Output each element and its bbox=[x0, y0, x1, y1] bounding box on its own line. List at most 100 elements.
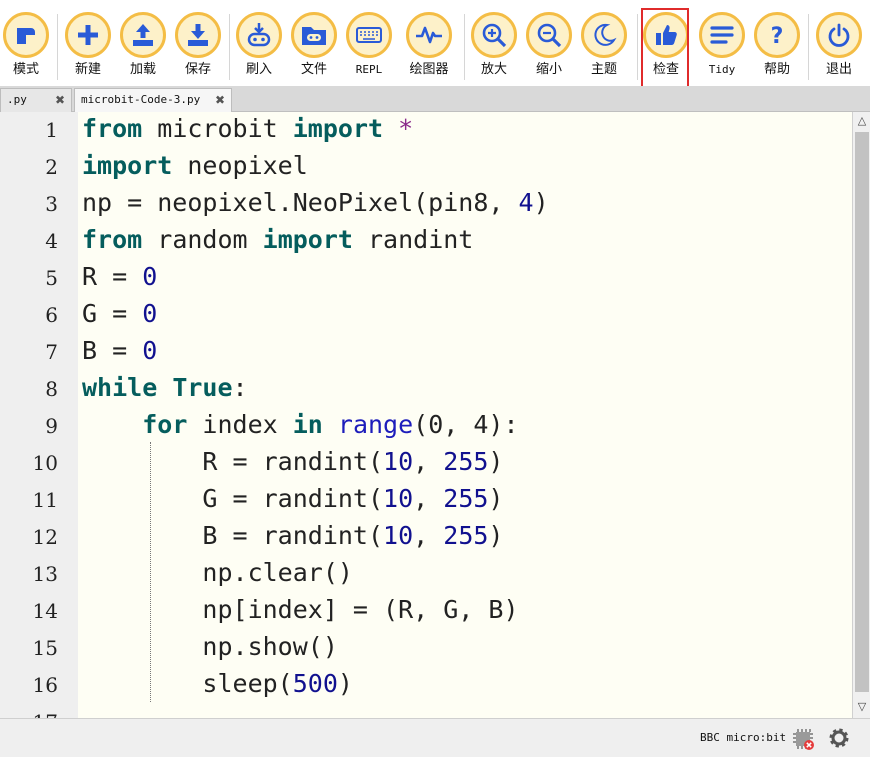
code-line[interactable]: import neopixel bbox=[82, 151, 308, 181]
vertical-scrollbar[interactable]: △ ▽ bbox=[852, 112, 870, 718]
new-label: 新建 bbox=[74, 62, 101, 77]
plotter-label: 绘图器 bbox=[409, 62, 449, 77]
microbit-chip-icon[interactable] bbox=[791, 727, 815, 751]
repl-button[interactable]: REPL bbox=[343, 12, 395, 84]
code-line[interactable]: np.show() bbox=[82, 632, 337, 662]
toolbar-separator bbox=[637, 14, 638, 80]
code-line[interactable]: from random import randint bbox=[82, 225, 473, 255]
line-number-gutter: 1 2 3 4 5 6 7 8 9 10 11 12 13 14 15 16 1… bbox=[0, 112, 78, 718]
quit-label: 退出 bbox=[825, 62, 852, 77]
plotter-button[interactable]: 绘图器 bbox=[403, 12, 455, 84]
code-line[interactable]: from microbit import * bbox=[82, 114, 413, 144]
new-button[interactable]: 新建 bbox=[62, 12, 114, 84]
mode-label: 模式 bbox=[12, 62, 39, 77]
line-number: 2 bbox=[45, 155, 58, 179]
upload-icon bbox=[133, 24, 153, 46]
toolbar-separator bbox=[464, 14, 465, 80]
code-line[interactable]: R = 0 bbox=[82, 262, 157, 292]
toolbar-separator bbox=[57, 14, 58, 80]
power-icon bbox=[828, 23, 850, 47]
code-editor[interactable]: 1 2 3 4 5 6 7 8 9 10 11 12 13 14 15 16 1… bbox=[0, 112, 852, 718]
line-number: 15 bbox=[32, 636, 58, 660]
line-number: 12 bbox=[32, 525, 58, 549]
code-line[interactable]: G = randint(10, 255) bbox=[82, 484, 503, 514]
theme-label: 主题 bbox=[590, 62, 617, 77]
code-line[interactable]: G = 0 bbox=[82, 299, 157, 329]
zoom-out-button[interactable]: 缩小 bbox=[523, 12, 575, 84]
quit-button[interactable]: 退出 bbox=[813, 12, 865, 84]
line-number: 8 bbox=[45, 377, 58, 401]
tab-label: microbit-Code-3.py bbox=[81, 93, 201, 106]
toolbar: 模式 新建 加载 保存 刷入 文件 REPL 绘图器 放大 缩小 主题 检查 T… bbox=[0, 0, 870, 90]
files-label: 文件 bbox=[300, 62, 327, 77]
tab-label: .py bbox=[7, 93, 27, 106]
scrollbar-thumb[interactable] bbox=[855, 132, 869, 692]
board-status-label: BBC micro:bit bbox=[700, 731, 787, 744]
download-icon bbox=[188, 24, 208, 46]
line-number: 6 bbox=[45, 303, 58, 327]
save-label: 保存 bbox=[184, 62, 211, 77]
line-number: 9 bbox=[45, 414, 58, 438]
line-number: 13 bbox=[32, 562, 58, 586]
save-button[interactable]: 保存 bbox=[172, 12, 224, 84]
zoom-in-icon bbox=[482, 23, 507, 48]
toolbar-separator bbox=[808, 14, 809, 80]
line-number: 7 bbox=[45, 340, 58, 364]
folder-icon bbox=[302, 27, 326, 45]
code-line[interactable]: R = randint(10, 255) bbox=[82, 447, 503, 477]
mode-icon bbox=[17, 28, 35, 44]
repl-label: REPL bbox=[355, 63, 383, 76]
code-line[interactable]: np.clear() bbox=[82, 558, 353, 588]
load-button[interactable]: 加载 bbox=[117, 12, 169, 84]
line-number: 11 bbox=[32, 488, 58, 512]
scroll-up-icon[interactable]: △ bbox=[855, 114, 869, 128]
line-number: 3 bbox=[45, 192, 58, 216]
code-line[interactable]: while True: bbox=[82, 373, 248, 403]
code-line[interactable]: B = 0 bbox=[82, 336, 157, 366]
code-line[interactable]: np = neopixel.NeoPixel(pin8, 4) bbox=[82, 188, 549, 218]
code-line[interactable]: for index in range(0, 4): bbox=[82, 410, 518, 440]
plus-icon bbox=[78, 25, 98, 45]
scroll-down-icon[interactable]: ▽ bbox=[855, 700, 869, 714]
pulse-icon bbox=[416, 26, 442, 44]
zoom-in-button[interactable]: 放大 bbox=[468, 12, 520, 84]
line-number: 1 bbox=[45, 118, 58, 142]
zoom-in-label: 放大 bbox=[480, 62, 507, 77]
toolbar-separator bbox=[229, 14, 230, 80]
tab-microbit-code-3[interactable]: microbit-Code-3.py ✖ bbox=[74, 88, 232, 112]
flash-icon bbox=[247, 23, 271, 47]
load-label: 加载 bbox=[129, 62, 156, 77]
tab-bar: .py ✖ microbit-Code-3.py ✖ bbox=[0, 86, 870, 112]
code-line[interactable]: B = randint(10, 255) bbox=[82, 521, 503, 551]
tab-file-py[interactable]: .py ✖ bbox=[0, 88, 72, 112]
line-number: 17 bbox=[0, 710, 58, 718]
files-button[interactable]: 文件 bbox=[288, 12, 340, 84]
tab-close-icon[interactable]: ✖ bbox=[215, 89, 225, 111]
keyboard-icon bbox=[356, 27, 382, 43]
flash-button[interactable]: 刷入 bbox=[233, 12, 285, 84]
zoom-out-label: 缩小 bbox=[535, 62, 562, 77]
tidy-icon bbox=[710, 26, 734, 44]
help-icon: ? bbox=[771, 24, 784, 49]
line-number: 5 bbox=[45, 266, 58, 290]
check-highlight-box bbox=[641, 8, 689, 90]
tab-close-icon[interactable]: ✖ bbox=[55, 89, 65, 111]
help-label: 帮助 bbox=[763, 62, 790, 77]
svg-text:?: ? bbox=[771, 24, 784, 49]
mode-button[interactable]: 模式 bbox=[0, 12, 52, 84]
help-button[interactable]: ? 帮助 bbox=[751, 12, 803, 84]
line-number: 4 bbox=[45, 229, 58, 253]
line-number: 10 bbox=[32, 451, 58, 475]
zoom-out-icon bbox=[537, 23, 562, 48]
flash-label: 刷入 bbox=[245, 62, 272, 77]
tidy-label: Tidy bbox=[708, 63, 736, 76]
gear-icon[interactable] bbox=[826, 725, 852, 751]
line-number: 16 bbox=[32, 673, 58, 697]
line-number: 14 bbox=[32, 599, 58, 623]
moon-icon bbox=[594, 23, 617, 46]
code-line[interactable]: np[index] = (R, G, B) bbox=[82, 595, 518, 625]
tidy-button[interactable]: Tidy bbox=[696, 12, 748, 84]
status-bar: BBC micro:bit bbox=[0, 718, 870, 757]
theme-button[interactable]: 主题 bbox=[578, 12, 630, 84]
code-line[interactable]: sleep(500) bbox=[82, 669, 353, 699]
